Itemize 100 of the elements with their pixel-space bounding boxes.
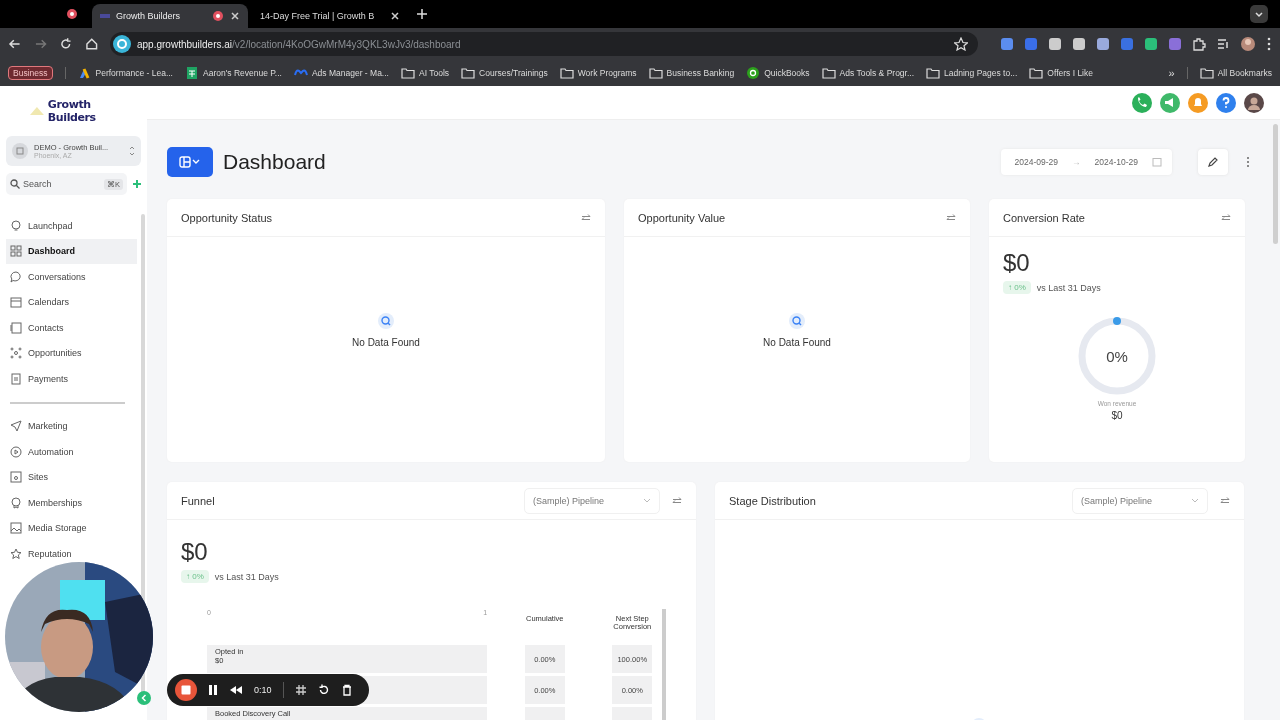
- home-icon[interactable]: [84, 37, 98, 51]
- swap-icon[interactable]: [581, 213, 591, 222]
- rewind-icon[interactable]: [229, 685, 243, 695]
- sidebar-item[interactable]: Payments: [6, 366, 137, 392]
- swap-icon[interactable]: [1221, 213, 1231, 222]
- sidebar-item[interactable]: Opportunities: [6, 340, 137, 366]
- back-icon[interactable]: [8, 37, 22, 51]
- chevron-down-icon[interactable]: [1250, 5, 1268, 23]
- bookmark-link[interactable]: Ads Tools & Progr...: [821, 66, 915, 80]
- comparison-text: vs Last 31 Days: [214, 571, 279, 582]
- sidebar-item[interactable]: Media Storage: [6, 515, 137, 541]
- browser-tab[interactable]: 14-Day Free Trial | Growth B: [252, 4, 408, 28]
- extension-icon[interactable]: [1048, 37, 1062, 51]
- pause-icon[interactable]: [208, 684, 218, 696]
- bookmark-link[interactable]: Business Banking: [648, 66, 735, 80]
- pipeline-select[interactable]: (Sample) Pipeline: [1072, 487, 1208, 514]
- page-title: Dashboard: [223, 150, 326, 174]
- amount-text: $0: [1110, 410, 1124, 421]
- calendar-icon: [10, 296, 22, 309]
- avatar-icon[interactable]: [1240, 36, 1256, 52]
- percent-text: 0%: [1106, 347, 1128, 365]
- extension-icon[interactable]: [1168, 37, 1182, 51]
- metric-value: $0: [181, 538, 209, 566]
- phone-icon[interactable]: [1132, 92, 1152, 113]
- close-icon[interactable]: [230, 11, 240, 21]
- folder-icon: [648, 66, 663, 80]
- star-icon[interactable]: [954, 37, 968, 51]
- bookmark-link[interactable]: QuickBooks: [746, 66, 810, 80]
- swap-icon[interactable]: [946, 213, 956, 222]
- stop-icon[interactable]: [175, 679, 197, 701]
- date-text: 2024-09-29: [1014, 157, 1058, 167]
- sidebar-item[interactable]: Calendars: [6, 289, 137, 315]
- bookmark-link[interactable]: Work Programs: [559, 66, 637, 80]
- help-icon[interactable]: [1216, 92, 1236, 113]
- date-range-field[interactable]: 2024-09-29 → 2024-10-29: [1000, 149, 1172, 175]
- restart-icon[interactable]: [317, 684, 330, 696]
- bookmark-link[interactable]: Ads Manager - Ma...: [293, 66, 389, 80]
- address-field[interactable]: app.growthbuilders.ai/v2/location/4KoOGwMrM4y3QKL3wJv3/dashboard: [110, 32, 978, 56]
- reload-icon[interactable]: [59, 37, 73, 51]
- calendar-icon: [1152, 157, 1162, 167]
- bookmark-link[interactable]: Courses/Trainings: [461, 66, 548, 80]
- chat-bubble-icon: [10, 270, 22, 283]
- bookmark-link[interactable]: Aaron's Revenue P...: [185, 66, 282, 80]
- url-text: app.growthbuilders.ai/v2/location/4KoOGwMrM4y3QKL3wJv3/dashboard: [137, 38, 461, 50]
- extension-icon[interactable]: [1072, 37, 1086, 51]
- forward-icon[interactable]: [33, 37, 47, 51]
- avatar-icon[interactable]: [1244, 92, 1264, 113]
- change-badge: ↑ 0%: [181, 570, 209, 583]
- search-icon: [789, 313, 805, 329]
- more-icon[interactable]: [1266, 37, 1272, 51]
- bookmark-link[interactable]: All Bookmarks: [1199, 66, 1272, 80]
- swap-icon[interactable]: [672, 496, 682, 505]
- bookmark-link[interactable]: Ladning Pages to...: [926, 66, 1018, 80]
- layout-button[interactable]: [167, 147, 213, 177]
- star-icon: [10, 547, 22, 560]
- sidebar-item[interactable]: Sites: [6, 464, 137, 490]
- trash-icon[interactable]: [340, 684, 353, 696]
- chevron-down-icon: [1191, 497, 1199, 504]
- grid-icon[interactable]: [294, 684, 307, 696]
- layout-icon: [179, 156, 201, 168]
- ads-icon: [77, 66, 92, 80]
- circle-logo-icon: [746, 66, 761, 80]
- logo-icon: [30, 107, 44, 115]
- card-title: Funnel: [181, 494, 215, 507]
- bookmark-link[interactable]: Business: [8, 66, 53, 80]
- extension-icon[interactable]: [1000, 37, 1014, 51]
- folder-icon: [559, 66, 574, 80]
- sidebar-item[interactable]: Launchpad: [6, 213, 137, 239]
- chevron-down-icon: [643, 497, 651, 504]
- card-title: Opportunity Status: [181, 211, 273, 224]
- tab-title: 14-Day Free Trial | Growth B: [260, 11, 376, 21]
- extension-icon[interactable]: [1096, 37, 1110, 51]
- bookmark-link[interactable]: Offers I Like: [1029, 66, 1093, 80]
- sidebar-item[interactable]: Automation: [6, 439, 137, 465]
- sidebar-item[interactable]: Conversations: [6, 264, 137, 290]
- folder-icon: [821, 66, 836, 80]
- receipt-icon: [10, 372, 22, 385]
- puzzle-icon[interactable]: [1192, 37, 1206, 51]
- sidebar-item[interactable]: Dashboard: [6, 238, 137, 264]
- pipeline-select[interactable]: (Sample) Pipeline: [524, 487, 660, 514]
- pencil-icon: [1207, 156, 1219, 168]
- sidebar-item[interactable]: Memberships: [6, 490, 137, 516]
- swap-icon[interactable]: [1220, 496, 1230, 505]
- bookmark-link[interactable]: AI Tools: [400, 66, 450, 80]
- sidebar-item[interactable]: Marketing: [6, 413, 137, 439]
- folder-icon: [1199, 66, 1214, 80]
- change-badge: ↑ 0%: [1003, 281, 1031, 294]
- more-bookmarks-button[interactable]: »: [1168, 67, 1175, 79]
- browser-tab[interactable]: Growth Builders: [92, 4, 248, 28]
- close-icon[interactable]: [390, 11, 400, 21]
- ring-chart-icon: [1077, 316, 1157, 396]
- media-icon[interactable]: [1216, 37, 1230, 51]
- date-text: 2024-10-29: [1094, 157, 1138, 167]
- sidebar-item[interactable]: Contacts: [6, 315, 137, 341]
- comparison-text: vs Last 31 Days: [1036, 282, 1101, 293]
- sidebar-item[interactable]: Reputation: [6, 541, 137, 567]
- timer-text: 0:10: [254, 685, 272, 695]
- bookmark-link[interactable]: Performance - Lea...: [77, 66, 173, 80]
- extension-icon[interactable]: [1144, 37, 1158, 51]
- edit-button[interactable]: [1198, 149, 1228, 175]
